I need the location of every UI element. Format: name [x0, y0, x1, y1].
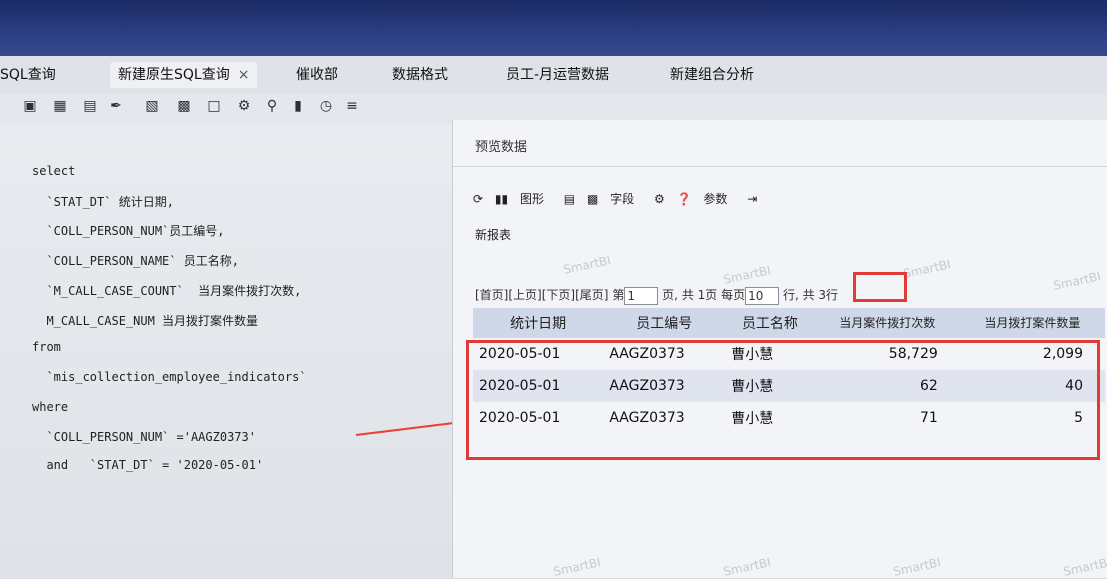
refresh-icon[interactable]: ⟳ — [473, 192, 483, 206]
bar-chart-icon: ▮▮ — [494, 191, 509, 206]
sql-line: from — [32, 340, 61, 354]
dialog-divider — [453, 166, 1107, 167]
fields-label: 字段 — [610, 192, 635, 206]
watermark: SmartBI — [892, 555, 943, 579]
watermark: SmartBI — [902, 257, 953, 281]
params-button[interactable]: ❓ 参数 — [677, 190, 736, 207]
tab-new-native-sql[interactable]: 新建原生SQL查询 × — [110, 62, 258, 88]
table-icon[interactable]: ▧ — [144, 98, 160, 114]
params-label: 参数 — [703, 192, 728, 206]
format-icon[interactable]: ≡ — [344, 98, 360, 114]
report-name: 新报表 — [475, 228, 512, 242]
save-icon[interactable]: ▣ — [22, 98, 38, 114]
tab-collection-dept[interactable]: 催收部 — [296, 62, 338, 88]
watermark: SmartBI — [1052, 269, 1103, 293]
per-page-prefix: 每页 — [721, 288, 746, 302]
first-page-link[interactable]: [首页] — [475, 288, 508, 302]
column-header[interactable]: 统计日期 — [473, 308, 604, 338]
grid-icon[interactable]: ▤ — [564, 192, 575, 206]
watermark: SmartBI — [722, 263, 773, 287]
per-page-suffix: 行, — [782, 288, 799, 302]
page-suffix: 页, — [662, 288, 678, 302]
sql-line: `STAT_DT` 统计日期, — [32, 195, 174, 209]
tab-bar: SQL查询 新建原生SQL查询 × 催收部 数据格式 员工-月运营数据 新建组合分… — [0, 56, 1107, 95]
sql-editor[interactable]: select `STAT_DT` 统计日期, `COLL_PERSON_NUM`… — [0, 124, 470, 578]
help-icon: ❓ — [676, 191, 692, 206]
chart-label: 图形 — [519, 192, 544, 206]
total-rows: 共 3行 — [802, 288, 839, 302]
save-as-icon[interactable]: ▦ — [52, 98, 68, 114]
form-icon[interactable]: ▩ — [176, 98, 192, 114]
sql-line: `COLL_PERSON_NUM` ='AAGZ0373' — [32, 430, 256, 444]
fields-button[interactable]: ▩ 字段 — [587, 190, 642, 207]
sql-line: M_CALL_CASE_NUM 当月拨打案件数量 — [32, 314, 259, 328]
watermark: SmartBI — [722, 555, 773, 579]
tab-employee-monthly[interactable]: 员工-月运营数据 — [506, 62, 609, 88]
fields-icon: ▩ — [586, 191, 599, 206]
pager: [首页][上页][下页][尾页] 第1 页, 共 1页 每页 10 行, 共 3行 — [475, 286, 838, 305]
sql-icon[interactable]: ▮ — [290, 98, 306, 114]
column-header[interactable]: 员工编号 — [603, 308, 726, 338]
tab-label: 数据格式 — [392, 67, 448, 83]
tab-new-combo-analysis[interactable]: 新建组合分析 — [670, 62, 754, 88]
page-prefix: 第 — [612, 288, 625, 302]
sql-line: `mis_collection_employee_indicators` — [32, 370, 307, 384]
table-header-row: 统计日期 员工编号 员工名称 当月案件拨打次数 当月拨打案件数量 — [473, 308, 1105, 338]
sql-line: where — [32, 400, 69, 414]
tab-label: 新建原生SQL查询 — [118, 67, 230, 83]
exit-icon[interactable]: ⇥ — [747, 192, 757, 206]
brush-icon[interactable]: ✒ — [108, 98, 124, 114]
watermark: SmartBI — [1062, 555, 1107, 579]
total-pages: 共 1页 — [681, 288, 718, 302]
gear-icon[interactable]: ⚙ — [654, 192, 665, 206]
tab-data-format[interactable]: 数据格式 — [392, 62, 448, 88]
window-top-bar — [0, 0, 1107, 62]
sql-line: select — [32, 164, 76, 178]
tab-label: 员工-月运营数据 — [506, 67, 610, 83]
gear-icon[interactable]: ⚙ — [236, 98, 252, 114]
column-header[interactable]: 当月案件拨打次数 — [814, 308, 960, 338]
per-page-input[interactable]: 10 — [745, 286, 780, 305]
sql-line: `COLL_PERSON_NUM`员工编号, — [32, 224, 225, 238]
tab-label: SQL查询 — [0, 67, 56, 83]
column-header[interactable]: 员工名称 — [725, 308, 815, 338]
sql-line: `M_CALL_CASE_COUNT` 当月案件拨打次数, — [32, 284, 302, 298]
tab-label: 催收部 — [296, 67, 338, 83]
sql-line: and `STAT_DT` = '2020-05-01' — [32, 458, 264, 472]
next-page-link[interactable]: [下页] — [542, 288, 575, 302]
clock-icon[interactable]: ◷ — [318, 98, 334, 114]
rows-highlight — [466, 340, 1100, 460]
prev-page-link[interactable]: [上页] — [508, 288, 541, 302]
tab-sql-query[interactable]: SQL查询 — [0, 62, 56, 88]
export-icon[interactable]: □ — [206, 98, 222, 114]
row-count-highlight — [853, 272, 907, 302]
window-icon[interactable]: ▤ — [82, 98, 98, 114]
close-icon[interactable]: × — [238, 67, 250, 83]
page-input[interactable]: 1 — [624, 286, 659, 305]
column-header[interactable]: 当月拨打案件数量 — [959, 308, 1105, 338]
last-page-link[interactable]: [尾页] — [575, 288, 608, 302]
search-icon[interactable]: ⚲ — [264, 98, 280, 114]
dialog-toolbar: ⟳ ▮▮ 图形 ▤ ▩ 字段 ⚙ ❓ 参数 ⇥ — [473, 190, 765, 212]
dialog-title: 预览数据 — [475, 140, 528, 155]
watermark: SmartBI — [562, 253, 613, 277]
sql-line: `COLL_PERSON_NAME` 员工名称, — [32, 254, 239, 268]
watermark: SmartBI — [552, 555, 603, 579]
tab-label: 新建组合分析 — [670, 67, 754, 83]
chart-button[interactable]: ▮▮ 图形 — [495, 190, 552, 207]
